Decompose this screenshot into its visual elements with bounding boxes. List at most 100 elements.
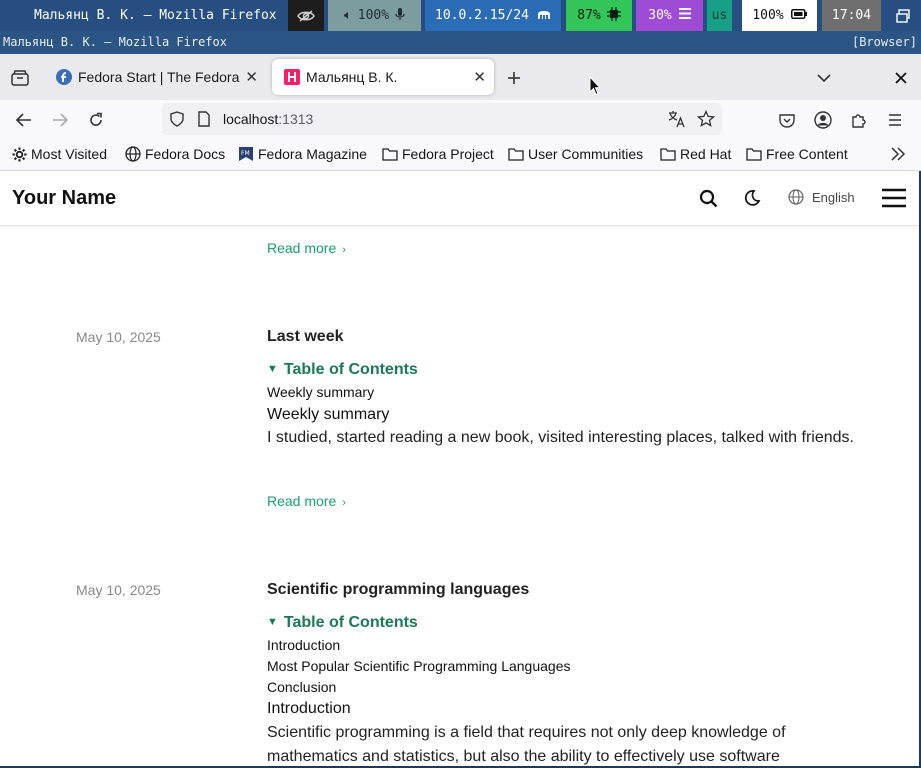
bookmark-most-visited[interactable]: Most Visited (12, 146, 107, 162)
bookmark-label: Free Content (766, 146, 848, 162)
hugo-logo-icon (284, 69, 300, 85)
clock-time: 17:04 (831, 8, 872, 23)
back-arrow-icon[interactable] (10, 106, 38, 134)
bookmark-free-content[interactable]: Free Content (746, 146, 848, 162)
post-title[interactable]: Last week (267, 328, 343, 346)
hamburger-menu-icon[interactable] (881, 106, 909, 134)
speaker-muted-icon: 🔈︎ (343, 8, 352, 23)
bookmark-fedora-project[interactable]: Fedora Project (382, 146, 494, 162)
close-window-icon[interactable] (885, 62, 917, 94)
folder-icon (746, 148, 762, 161)
post-date: May 10, 2025 (76, 582, 161, 598)
site-header: Your Name English (0, 171, 919, 226)
toc-link[interactable]: Weekly summary (267, 384, 374, 400)
memory-lines-icon (678, 8, 691, 23)
status-cpu[interactable]: 87% (566, 0, 632, 31)
window-switch-icon[interactable] (885, 0, 921, 31)
chevron-right-icon: › (342, 497, 346, 509)
bookmark-label: Red Hat (680, 146, 732, 162)
language-selector[interactable]: English (788, 189, 855, 205)
post-date: May 10, 2025 (76, 329, 161, 345)
triangle-down-icon: ▼ (267, 363, 278, 375)
bookmark-label: Fedora Magazine (258, 146, 367, 162)
list-tabs-chevron-icon[interactable] (808, 62, 840, 94)
cpu-chip-icon (606, 6, 621, 25)
memory-usage: 30% (648, 8, 672, 23)
forward-arrow-icon[interactable] (46, 106, 74, 134)
post-section-heading: Weekly summary (267, 406, 390, 423)
microphone-icon (395, 7, 405, 25)
site-title[interactable]: Your Name (12, 187, 116, 210)
url-text[interactable]: localhost:1313 (223, 111, 313, 127)
tab-current-site[interactable]: Мальянц В. К. ✕ (272, 59, 494, 95)
bookmark-label: Fedora Docs (145, 146, 226, 162)
audio-volume: 100% (357, 8, 390, 23)
toc-link[interactable]: Conclusion (267, 679, 336, 695)
extensions-puzzle-icon[interactable] (845, 106, 873, 134)
folder-icon (508, 148, 524, 161)
post-summary: Scientific programming is a field that r… (267, 724, 786, 765)
bookmark-red-hat[interactable]: Red Hat (660, 146, 731, 162)
status-window-title-text: Мальянц В. К. — Mozilla Firefox (34, 8, 277, 23)
status-network[interactable]: 10.0.2.15/24 (425, 0, 561, 31)
status-memory[interactable]: 30% (636, 0, 703, 31)
shield-icon[interactable] (170, 111, 184, 132)
moon-theme-toggle-icon[interactable] (739, 185, 765, 211)
pocket-icon[interactable] (773, 106, 801, 134)
toc-link[interactable]: Introduction (267, 637, 340, 653)
reload-icon[interactable] (82, 106, 110, 134)
toc-link[interactable]: Most Popular Scientific Programming Lang… (267, 658, 571, 674)
status-audio[interactable]: 🔈︎ 100% (328, 0, 421, 31)
bookmark-fedora-magazine[interactable]: FM Fedora Magazine (238, 146, 367, 162)
new-tab-plus-icon[interactable] (498, 62, 530, 94)
system-status-bar: Мальянц В. К. — Mozilla Firefox 🔈︎ 100% … (0, 0, 921, 31)
close-tab-icon[interactable]: ✕ (473, 68, 486, 86)
read-more-label: Read more (267, 240, 337, 256)
tab-fedora-start[interactable]: Fedora Start | The Fedora Project ✕ (44, 59, 266, 95)
window-title-bar: Мальянц В. К. — Mozilla Firefox [Browser… (0, 31, 921, 54)
status-battery[interactable]: 100% (742, 0, 817, 31)
globe-icon (788, 189, 804, 205)
site-menu-icon[interactable] (881, 185, 907, 211)
bookmark-user-communities[interactable]: User Communities (508, 146, 643, 162)
navigation-toolbar: localhost:1313 (0, 100, 921, 140)
bookmark-star-icon[interactable] (696, 109, 716, 133)
eye-slash-icon[interactable] (288, 0, 324, 31)
toc-title: Table of Contents (283, 361, 418, 378)
toc-toggle[interactable]: ▼ Table of Contents (267, 361, 418, 379)
firefox-view-icon[interactable] (4, 62, 36, 94)
close-tab-icon[interactable]: ✕ (245, 68, 258, 86)
window-title: Мальянц В. К. — Mozilla Firefox (3, 35, 227, 49)
fedora-logo-icon (56, 69, 72, 85)
toc-toggle[interactable]: ▼ Table of Contents (267, 614, 418, 632)
tab-label: Fedora Start | The Fedora Project (78, 69, 243, 85)
globe-icon (125, 146, 141, 162)
tab-label: Мальянц В. К. (306, 69, 398, 85)
triangle-down-icon: ▼ (267, 616, 278, 628)
url-host: localhost (223, 111, 279, 127)
read-more-link[interactable]: Read more › (267, 240, 346, 256)
status-clock[interactable]: 17:04 (822, 0, 881, 31)
status-keyboard-layout[interactable]: us (707, 0, 732, 31)
toc-title: Table of Contents (283, 614, 418, 631)
bookmark-label: User Communities (528, 146, 644, 162)
network-address: 10.0.2.15/24 (435, 8, 529, 23)
account-icon[interactable] (809, 106, 837, 134)
post-title[interactable]: Scientific programming languages (267, 581, 529, 599)
bookmarks-overflow-chevron-icon[interactable] (890, 147, 910, 161)
translate-icon[interactable] (668, 110, 686, 133)
status-window-title[interactable]: Мальянц В. К. — Mozilla Firefox (0, 0, 288, 31)
search-icon[interactable] (695, 185, 721, 211)
page-info-icon[interactable] (198, 111, 210, 132)
bookmark-fedora-docs[interactable]: Fedora Docs (125, 146, 225, 162)
url-port: :1313 (278, 111, 314, 127)
network-icon (537, 8, 551, 24)
folder-icon (382, 148, 398, 161)
post-section-heading: Introduction (267, 700, 351, 717)
bookmarks-toolbar: Most Visited Fedora Docs FM Fedora Magaz… (0, 140, 921, 171)
read-more-link[interactable]: Read more › (267, 493, 346, 509)
language-label: English (812, 189, 855, 205)
address-bar[interactable]: localhost:1313 (162, 103, 722, 135)
bookmark-label: Fedora Project (402, 146, 494, 162)
folder-icon (660, 148, 676, 161)
